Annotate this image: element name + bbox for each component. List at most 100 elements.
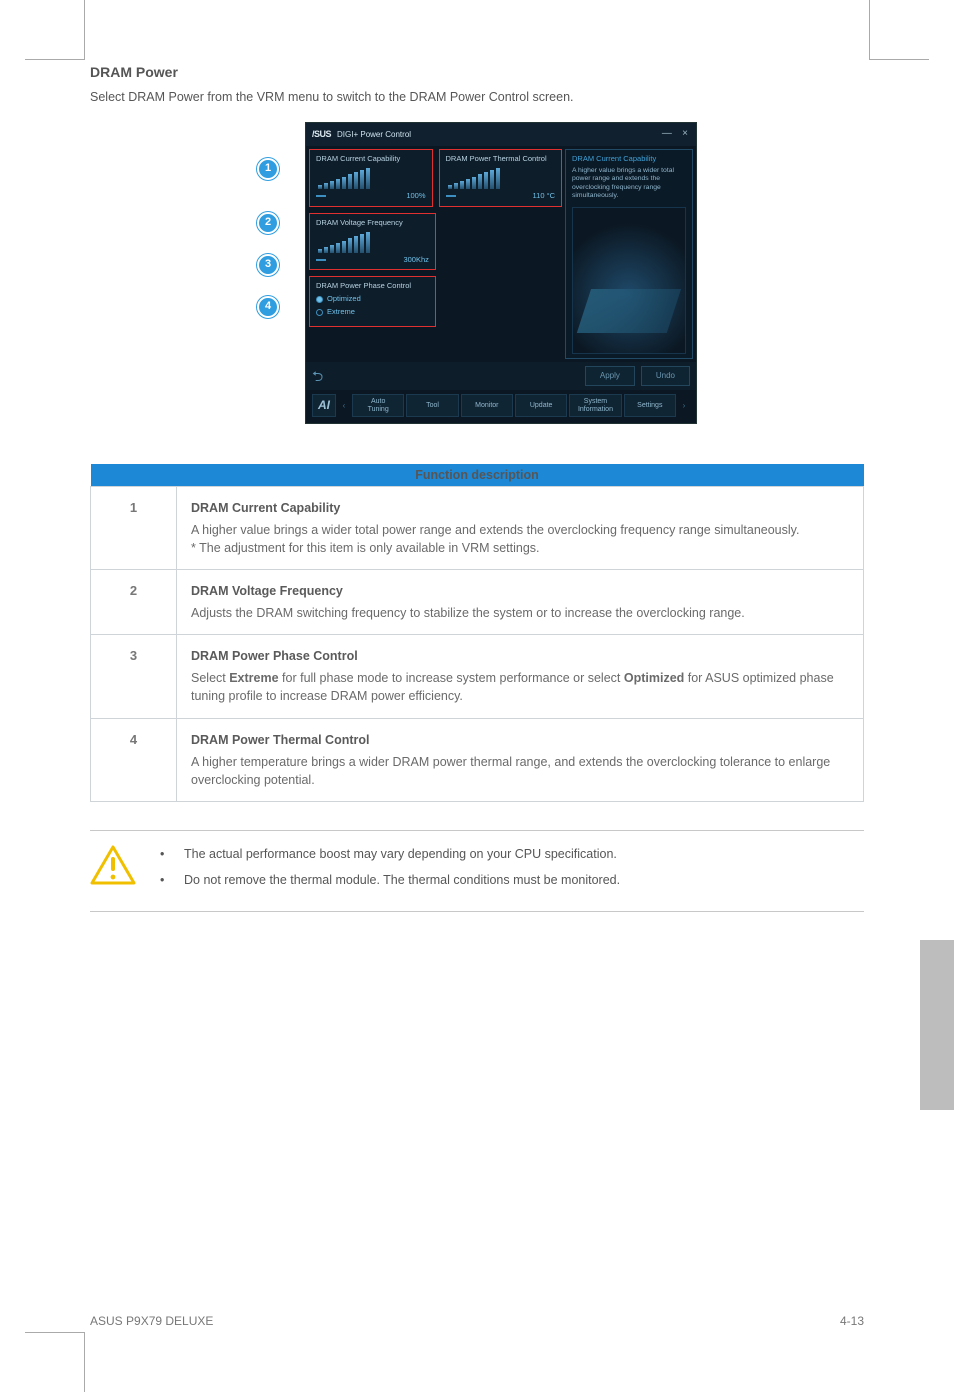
chevron-right-icon[interactable]: › [678, 394, 690, 417]
chapter-side-tab [920, 940, 954, 1110]
caution-block: • The actual performance boost may vary … [90, 830, 864, 912]
caution-icon [90, 845, 136, 885]
card-title: DRAM Power Phase Control [316, 281, 429, 292]
radio-optimized[interactable]: Optimized [316, 294, 429, 305]
crop-mark [25, 1332, 85, 1392]
footer-left: ASUS P9X79 DELUXE [90, 1313, 213, 1330]
section-intro: Select DRAM Power from the VRM menu to s… [90, 88, 864, 106]
caution-list: • The actual performance boost may vary … [160, 845, 620, 897]
digi-power-window: /SUS DIGI+ Power Control — × DRAM Curren… [305, 122, 697, 424]
bullet-icon: • [160, 845, 166, 863]
caution-text: The actual performance boost may vary de… [184, 845, 617, 863]
minus-icon[interactable] [316, 195, 326, 197]
radio-icon [316, 309, 323, 316]
card-value: 300Khz [403, 255, 428, 266]
title-bar: /SUS DIGI+ Power Control — × [306, 123, 696, 146]
level-bars [318, 231, 429, 253]
nav-monitor[interactable]: Monitor [461, 394, 513, 417]
info-desc: A higher value brings a wider total powe… [572, 167, 686, 201]
nav-tool[interactable]: Tool [406, 394, 458, 417]
close-button[interactable]: × [682, 128, 688, 139]
radio-icon [316, 296, 323, 303]
option-extreme: Extreme [229, 671, 278, 685]
feature-note: * The adjustment for this item is only a… [191, 541, 540, 555]
button-bar: ⮌ Apply Undo [306, 362, 696, 390]
nav-bar: AI ‹ Auto Tuning Tool Monitor Update Sys… [306, 390, 696, 423]
table-header: Function description [91, 464, 864, 486]
feature-desc: A higher value brings a wider total powe… [191, 523, 799, 537]
row-number: 4 [91, 718, 177, 801]
row-content: DRAM Current Capability A higher value b… [177, 486, 864, 569]
card-title: DRAM Power Thermal Control [446, 154, 556, 165]
nav-label: Monitor [475, 401, 498, 411]
radio-extreme[interactable]: Extreme [316, 307, 429, 318]
caution-item: • Do not remove the thermal module. The … [160, 871, 620, 889]
callout-marker-2: 2 [257, 212, 279, 234]
nav-system-info[interactable]: System Information [569, 394, 621, 417]
nav-label: Tuning [368, 406, 389, 413]
info-panel: DRAM Current Capability A higher value b… [565, 149, 693, 359]
nav-label: System [584, 398, 607, 405]
feature-desc: Adjusts the DRAM switching frequency to … [191, 606, 745, 620]
section-heading: DRAM Power [90, 62, 864, 82]
nav-label: Update [530, 401, 553, 411]
dram-voltfreq-card[interactable]: DRAM Voltage Frequency 300Khz [309, 213, 436, 271]
feature-desc-part: for full phase mode to increase system p… [279, 671, 624, 685]
row-number: 3 [91, 635, 177, 718]
nav-update[interactable]: Update [515, 394, 567, 417]
feature-name: DRAM Voltage Frequency [191, 582, 849, 600]
dram-phase-card[interactable]: DRAM Power Phase Control Optimized Extre… [309, 276, 436, 327]
level-bars [318, 167, 426, 189]
table-row: 3 DRAM Power Phase Control Select Extrem… [91, 635, 864, 718]
caution-text: Do not remove the thermal module. The th… [184, 871, 620, 889]
crop-mark [25, 0, 85, 60]
card-title: DRAM Voltage Frequency [316, 218, 429, 229]
minimize-button[interactable]: — [662, 128, 672, 139]
info-title: DRAM Current Capability [572, 154, 686, 165]
feature-table: Function description 1 DRAM Current Capa… [90, 464, 864, 802]
radio-label: Optimized [327, 294, 361, 305]
undo-button[interactable]: Undo [641, 366, 690, 386]
callout-marker-3: 3 [257, 254, 279, 276]
nav-auto-tuning[interactable]: Auto Tuning [352, 394, 404, 417]
row-content: DRAM Power Thermal Control A higher temp… [177, 718, 864, 801]
back-button[interactable]: ⮌ [312, 366, 323, 386]
option-optimized: Optimized [624, 671, 684, 685]
footer-right: 4-13 [840, 1313, 864, 1330]
row-number: 2 [91, 569, 177, 634]
radio-label: Extreme [327, 307, 355, 318]
callout-marker-4: 4 [257, 296, 279, 318]
row-content: DRAM Power Phase Control Select Extreme … [177, 635, 864, 718]
nav-settings[interactable]: Settings [624, 394, 676, 417]
feature-name: DRAM Power Thermal Control [191, 731, 849, 749]
table-row: 4 DRAM Power Thermal Control A higher te… [91, 718, 864, 801]
card-value: 100% [406, 191, 425, 202]
window-title: DIGI+ Power Control [337, 129, 411, 141]
feature-name: DRAM Current Capability [191, 499, 849, 517]
caution-item: • The actual performance boost may vary … [160, 845, 620, 863]
minus-icon[interactable] [316, 259, 326, 261]
dram-thermal-card[interactable]: DRAM Power Thermal Control 110 °C [439, 149, 563, 207]
card-title: DRAM Current Capability [316, 154, 426, 165]
table-row: 2 DRAM Voltage Frequency Adjusts the DRA… [91, 569, 864, 634]
feature-name: DRAM Power Phase Control [191, 647, 849, 665]
nav-label: Settings [637, 401, 662, 411]
brand-logo: /SUS [312, 128, 331, 141]
bullet-icon: • [160, 871, 166, 889]
callout-marker-1: 1 [257, 158, 279, 180]
dram-current-card[interactable]: DRAM Current Capability 100% [309, 149, 433, 207]
card-value: 110 °C [533, 191, 555, 202]
row-number: 1 [91, 486, 177, 569]
crop-mark [869, 0, 929, 60]
level-bars [448, 167, 556, 189]
chevron-left-icon[interactable]: ‹ [338, 394, 350, 417]
nav-label: Information [578, 406, 613, 413]
row-content: DRAM Voltage Frequency Adjusts the DRAM … [177, 569, 864, 634]
feature-desc: A higher temperature brings a wider DRAM… [191, 755, 830, 787]
table-row: 1 DRAM Current Capability A higher value… [91, 486, 864, 569]
minus-icon[interactable] [446, 195, 456, 197]
nav-label: Auto [371, 398, 385, 405]
info-illustration [572, 207, 686, 354]
apply-button[interactable]: Apply [585, 366, 635, 386]
ai-logo[interactable]: AI [312, 394, 336, 417]
